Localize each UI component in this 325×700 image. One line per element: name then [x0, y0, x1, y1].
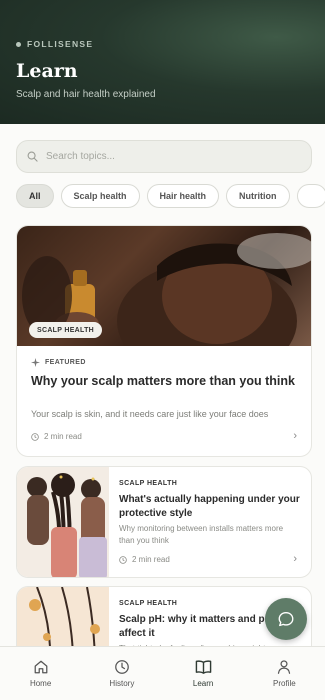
search-input[interactable] [46, 151, 286, 162]
article-category: SCALP HEALTH [119, 600, 178, 607]
chip-nutrition[interactable]: Nutrition [226, 184, 290, 208]
featured-article-description: Your scalp is skin, and it needs care ju… [31, 409, 269, 419]
filter-chips: All Scalp health Hair health Nutrition [16, 184, 325, 209]
featured-label: FEATURED [31, 358, 86, 367]
nav-home[interactable]: Home [0, 647, 81, 700]
chip-scalp-health[interactable]: Scalp health [60, 184, 140, 208]
user-icon [278, 660, 291, 674]
nav-label: Learn [192, 679, 214, 688]
nav-label: Home [29, 679, 52, 688]
chat-button[interactable] [265, 598, 307, 640]
nav-learn[interactable]: Learn [163, 647, 244, 700]
chat-bubble-icon [278, 612, 294, 627]
nav-label: History [109, 679, 135, 688]
search-icon [27, 151, 38, 162]
article-image [17, 467, 109, 577]
article-card[interactable]: SCALP HEALTH What's actually happening u… [16, 466, 312, 578]
book-icon [195, 660, 211, 674]
chevron-right-icon: › [293, 553, 297, 565]
featured-label-text: FEATURED [45, 359, 86, 366]
learn-screen: FOLLISENSE Learn Scalp and hair health e… [0, 0, 325, 700]
clock-icon [119, 555, 127, 564]
home-icon [34, 660, 48, 674]
nav-history[interactable]: History [81, 647, 162, 700]
bottom-navigation: Home History Learn Profile [0, 646, 325, 700]
clock-icon [115, 660, 129, 674]
braids-illustration [27, 473, 107, 577]
chip-all[interactable]: All [16, 184, 54, 208]
article-title: What's actually happening under your pro… [119, 494, 300, 519]
featured-category-badge: SCALP HEALTH [29, 322, 103, 338]
featured-read-time: 2 min read [31, 432, 82, 441]
search-bar[interactable] [16, 140, 312, 173]
page-title: Learn [16, 60, 78, 82]
chip-hair-health[interactable]: Hair health [146, 184, 220, 208]
featured-article-title: Why your scalp matters more than you thi… [31, 374, 295, 388]
nav-profile[interactable]: Profile [244, 647, 325, 700]
header: FOLLISENSE Learn Scalp and hair health e… [0, 0, 325, 124]
article-description: Why monitoring between installs matters … [119, 524, 284, 545]
chevron-right-icon: › [293, 430, 297, 442]
read-time-text: 2 min read [132, 555, 170, 564]
brand-dot-icon [16, 41, 21, 47]
read-time-text: 2 min read [44, 432, 82, 441]
brand: FOLLISENSE [16, 39, 93, 49]
article-read-time: 2 min read [119, 555, 170, 564]
chip-more[interactable] [296, 184, 325, 208]
nav-label: Profile [273, 679, 296, 688]
brand-name: FOLLISENSE [27, 39, 94, 49]
article-category: SCALP HEALTH [119, 480, 178, 487]
clock-icon [31, 432, 39, 441]
page-subtitle: Scalp and hair health explained [16, 89, 156, 100]
featured-article-card[interactable]: SCALP HEALTH FEATURED Why your scalp mat… [16, 225, 312, 457]
sparkle-icon [31, 358, 40, 367]
